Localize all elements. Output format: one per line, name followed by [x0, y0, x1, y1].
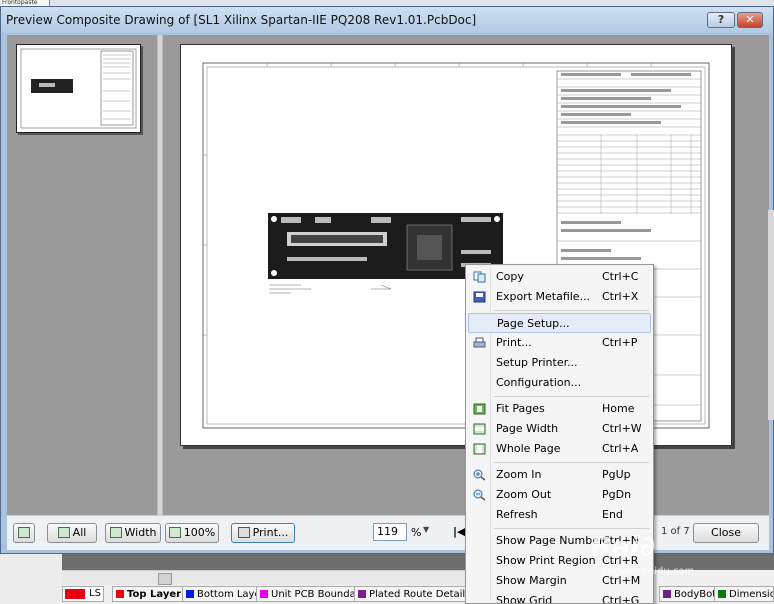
preview-window: Preview Composite Drawing of [SL1 Xilinx… [0, 6, 774, 554]
fit-all-button[interactable]: All [47, 523, 97, 543]
window-title: Preview Composite Drawing of [SL1 Xilinx… [6, 13, 477, 27]
zoom-unit: % [411, 526, 422, 539]
menu-item-zoom-out[interactable]: Zoom Out PgDn [468, 485, 651, 505]
layer-tab-bodybot[interactable]: BodyBot [659, 586, 722, 602]
layer-tab-plated-route[interactable]: Plated Route Details [354, 586, 476, 602]
watermark-url: jingyan.baidu.com [602, 566, 695, 577]
copy-icon [473, 271, 486, 283]
help-button[interactable]: ? [707, 12, 735, 28]
zoom-100-button[interactable]: 100% [165, 523, 219, 543]
zoom-100-icon [168, 527, 181, 538]
thumbnail-pane [7, 35, 157, 515]
left-panel-strip [0, 554, 62, 604]
scrollbar-thumb[interactable] [158, 573, 172, 585]
zoom-input[interactable]: 119 [373, 523, 407, 541]
watermark-logo: Bai∂ [590, 530, 656, 563]
menu-item-export-metafile[interactable]: Export Metafile... Ctrl+X [468, 287, 651, 307]
zoom-in-icon [473, 469, 486, 481]
whole-page-icon [473, 443, 486, 455]
thumbnail-toggle-button[interactable] [13, 523, 35, 543]
print-button[interactable]: Print... [231, 523, 295, 543]
layer-color-swatch [186, 590, 194, 598]
menu-item-refresh[interactable]: Refresh End [468, 505, 651, 525]
fit-width-icon [109, 527, 122, 538]
current-layer-swatch [65, 589, 85, 599]
page-icon [18, 527, 30, 538]
menu-separator [494, 462, 649, 463]
close-window-button[interactable]: ✕ [737, 12, 763, 28]
fit-all-icon [57, 527, 70, 538]
menu-item-whole-page[interactable]: Whole Page Ctrl+A [468, 439, 651, 459]
first-page-button[interactable]: |◀ [453, 525, 465, 538]
menu-item-zoom-in[interactable]: Zoom In PgUp [468, 465, 651, 485]
layer-tab-top[interactable]: Top Layer [112, 586, 187, 602]
layer-color-swatch [663, 590, 671, 598]
thumbnail-drawing-icon [20, 48, 137, 129]
menu-separator [494, 528, 649, 529]
menu-item-setup-printer[interactable]: Setup Printer... [468, 353, 651, 373]
fit-pages-icon [473, 403, 486, 415]
printer-icon [237, 527, 250, 538]
menu-item-page-setup[interactable]: Page Setup... [468, 313, 651, 333]
save-icon [473, 291, 486, 303]
menu-item-configuration[interactable]: Configuration... [468, 373, 651, 393]
menu-item-page-width[interactable]: Page Width Ctrl+W [468, 419, 651, 439]
layer-tab-dimensions[interactable]: Dimensions [714, 586, 774, 602]
fit-width-button[interactable]: Width [105, 523, 161, 543]
title-bar[interactable]: Preview Composite Drawing of [SL1 Xilinx… [1, 7, 773, 33]
layer-set-tab[interactable]: LS [62, 586, 104, 602]
close-button[interactable]: Close [693, 523, 759, 543]
menu-item-print[interactable]: Print... Ctrl+P [468, 333, 651, 353]
zoom-dropdown-icon[interactable]: ▼ [423, 525, 429, 534]
page-width-icon [473, 423, 486, 435]
background-app-edge [768, 210, 774, 420]
layer-color-swatch [718, 590, 726, 598]
layer-color-swatch [260, 590, 268, 598]
zoom-out-icon [473, 489, 486, 501]
page-counter: 1 of 7 [661, 526, 690, 537]
client-area: All Width 100% Print... 119 % ▼ |◀ 1 of … [7, 35, 769, 550]
printer-icon [473, 337, 486, 348]
menu-separator [494, 396, 649, 397]
menu-item-show-grid[interactable]: Show Grid Ctrl+G [468, 591, 651, 603]
menu-separator [494, 310, 649, 311]
horizontal-scrollbar[interactable] [62, 570, 466, 585]
page-thumbnail[interactable] [16, 44, 141, 133]
layer-color-swatch [116, 590, 124, 598]
menu-item-fit-pages[interactable]: Fit Pages Home [468, 399, 651, 419]
layer-color-swatch [358, 590, 366, 598]
menu-item-copy[interactable]: Copy Ctrl+C [468, 267, 651, 287]
